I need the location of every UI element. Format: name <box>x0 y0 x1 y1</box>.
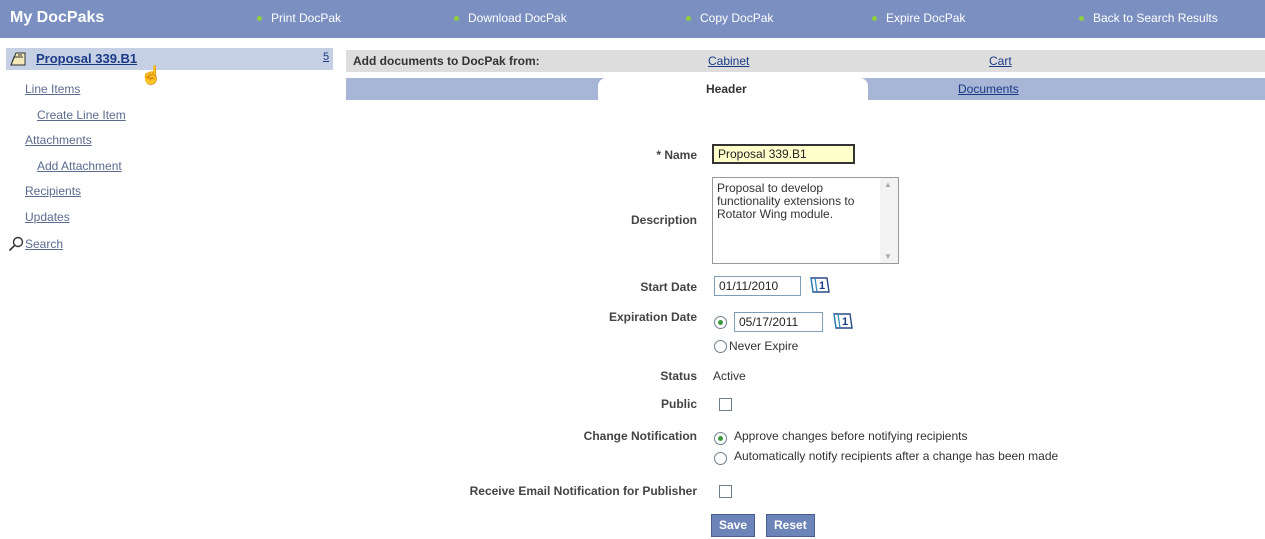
sidebar-item-search[interactable]: Search <box>25 237 63 251</box>
sidebar-item-recipients[interactable]: Recipients <box>25 184 81 198</box>
description-label: Description <box>630 213 697 227</box>
download-docpak-link[interactable]: Download DocPak <box>454 11 567 25</box>
bullet-icon <box>1079 16 1084 21</box>
sidebar-item-add-attachment[interactable]: Add Attachment <box>37 159 122 173</box>
back-to-search-results-link[interactable]: Back to Search Results <box>1079 11 1218 25</box>
sidebar-item-proposal[interactable]: Proposal 339.B1 5 <box>6 48 333 70</box>
scroll-down-icon[interactable]: ▼ <box>884 252 892 261</box>
description-field[interactable]: Proposal to develop functionality extens… <box>712 177 899 264</box>
print-docpak-link[interactable]: Print DocPak <box>257 11 341 25</box>
add-documents-bar: Add documents to DocPak from: Cabinet Ca… <box>346 50 1265 72</box>
svg-text:1: 1 <box>819 280 825 292</box>
docpak-title-link[interactable]: Proposal 339.B1 <box>36 51 137 66</box>
name-field[interactable] <box>712 144 855 164</box>
scroll-up-icon[interactable]: ▲ <box>884 180 892 189</box>
download-docpak-label: Download DocPak <box>468 11 567 25</box>
hand-cursor-icon: ☝ <box>140 65 163 85</box>
public-label: Public <box>660 397 697 411</box>
tab-strip: Header Documents <box>346 78 1265 100</box>
sidebar-item-line-items[interactable]: Line Items <box>25 82 80 96</box>
approve-changes-radio[interactable] <box>714 432 727 445</box>
expiration-date-label: Expiration Date <box>608 310 697 324</box>
tab-header-label: Header <box>706 82 747 96</box>
receive-email-label: Receive Email Notification for Publisher <box>469 484 697 498</box>
tab-header[interactable]: Header <box>598 78 868 100</box>
sidebar-item-updates[interactable]: Updates <box>25 210 70 224</box>
receive-email-checkbox[interactable] <box>719 485 732 498</box>
tab-documents[interactable]: Documents <box>958 82 1019 96</box>
calendar-icon[interactable]: 1 <box>808 275 832 298</box>
reset-button[interactable]: Reset <box>766 514 815 537</box>
status-label: Status <box>660 369 697 383</box>
cabinet-link[interactable]: Cabinet <box>708 54 749 68</box>
docpak-count-link[interactable]: 5 <box>323 51 329 63</box>
public-checkbox[interactable] <box>719 398 732 411</box>
copy-docpak-link[interactable]: Copy DocPak <box>686 11 773 25</box>
expire-docpak-link[interactable]: Expire DocPak <box>872 11 965 25</box>
bullet-icon <box>257 16 262 21</box>
print-docpak-label: Print DocPak <box>271 11 342 25</box>
bullet-icon <box>686 16 691 21</box>
start-date-field[interactable] <box>714 276 801 296</box>
bullet-icon <box>454 16 459 21</box>
add-documents-label: Add documents to DocPak from: <box>353 54 540 68</box>
never-expire-radio[interactable] <box>714 340 727 353</box>
sidebar-item-attachments[interactable]: Attachments <box>25 133 92 147</box>
docpak-icon <box>9 51 27 70</box>
description-scrollbar[interactable]: ▲ ▼ <box>880 178 898 263</box>
sidebar-item-create-line-item[interactable]: Create Line Item <box>37 108 126 122</box>
start-date-label: Start Date <box>640 280 697 294</box>
expire-docpak-label: Expire DocPak <box>886 11 966 25</box>
top-navigation-bar: My DocPaks Print DocPak Download DocPak … <box>0 0 1265 38</box>
calendar-icon[interactable]: 1 <box>831 311 855 334</box>
expiration-date-field[interactable] <box>734 312 823 332</box>
bullet-icon <box>872 16 877 21</box>
svg-text:1: 1 <box>842 316 848 328</box>
expiration-date-radio[interactable] <box>714 316 727 329</box>
back-to-search-results-label: Back to Search Results <box>1093 11 1218 25</box>
change-notification-label: Change Notification <box>583 429 697 443</box>
save-button[interactable]: Save <box>711 514 756 537</box>
approve-changes-label: Approve changes before notifying recipie… <box>734 429 968 443</box>
never-expire-label: Never Expire <box>729 339 799 353</box>
auto-notify-radio[interactable] <box>714 452 727 465</box>
cart-link[interactable]: Cart <box>989 54 1012 68</box>
copy-docpak-label: Copy DocPak <box>700 11 774 25</box>
app-title: My DocPaks <box>10 9 105 26</box>
status-value: Active <box>713 369 746 383</box>
name-label: * Name <box>656 148 697 162</box>
auto-notify-label: Automatically notify recipients after a … <box>734 449 1059 463</box>
magnifier-icon <box>8 236 24 255</box>
